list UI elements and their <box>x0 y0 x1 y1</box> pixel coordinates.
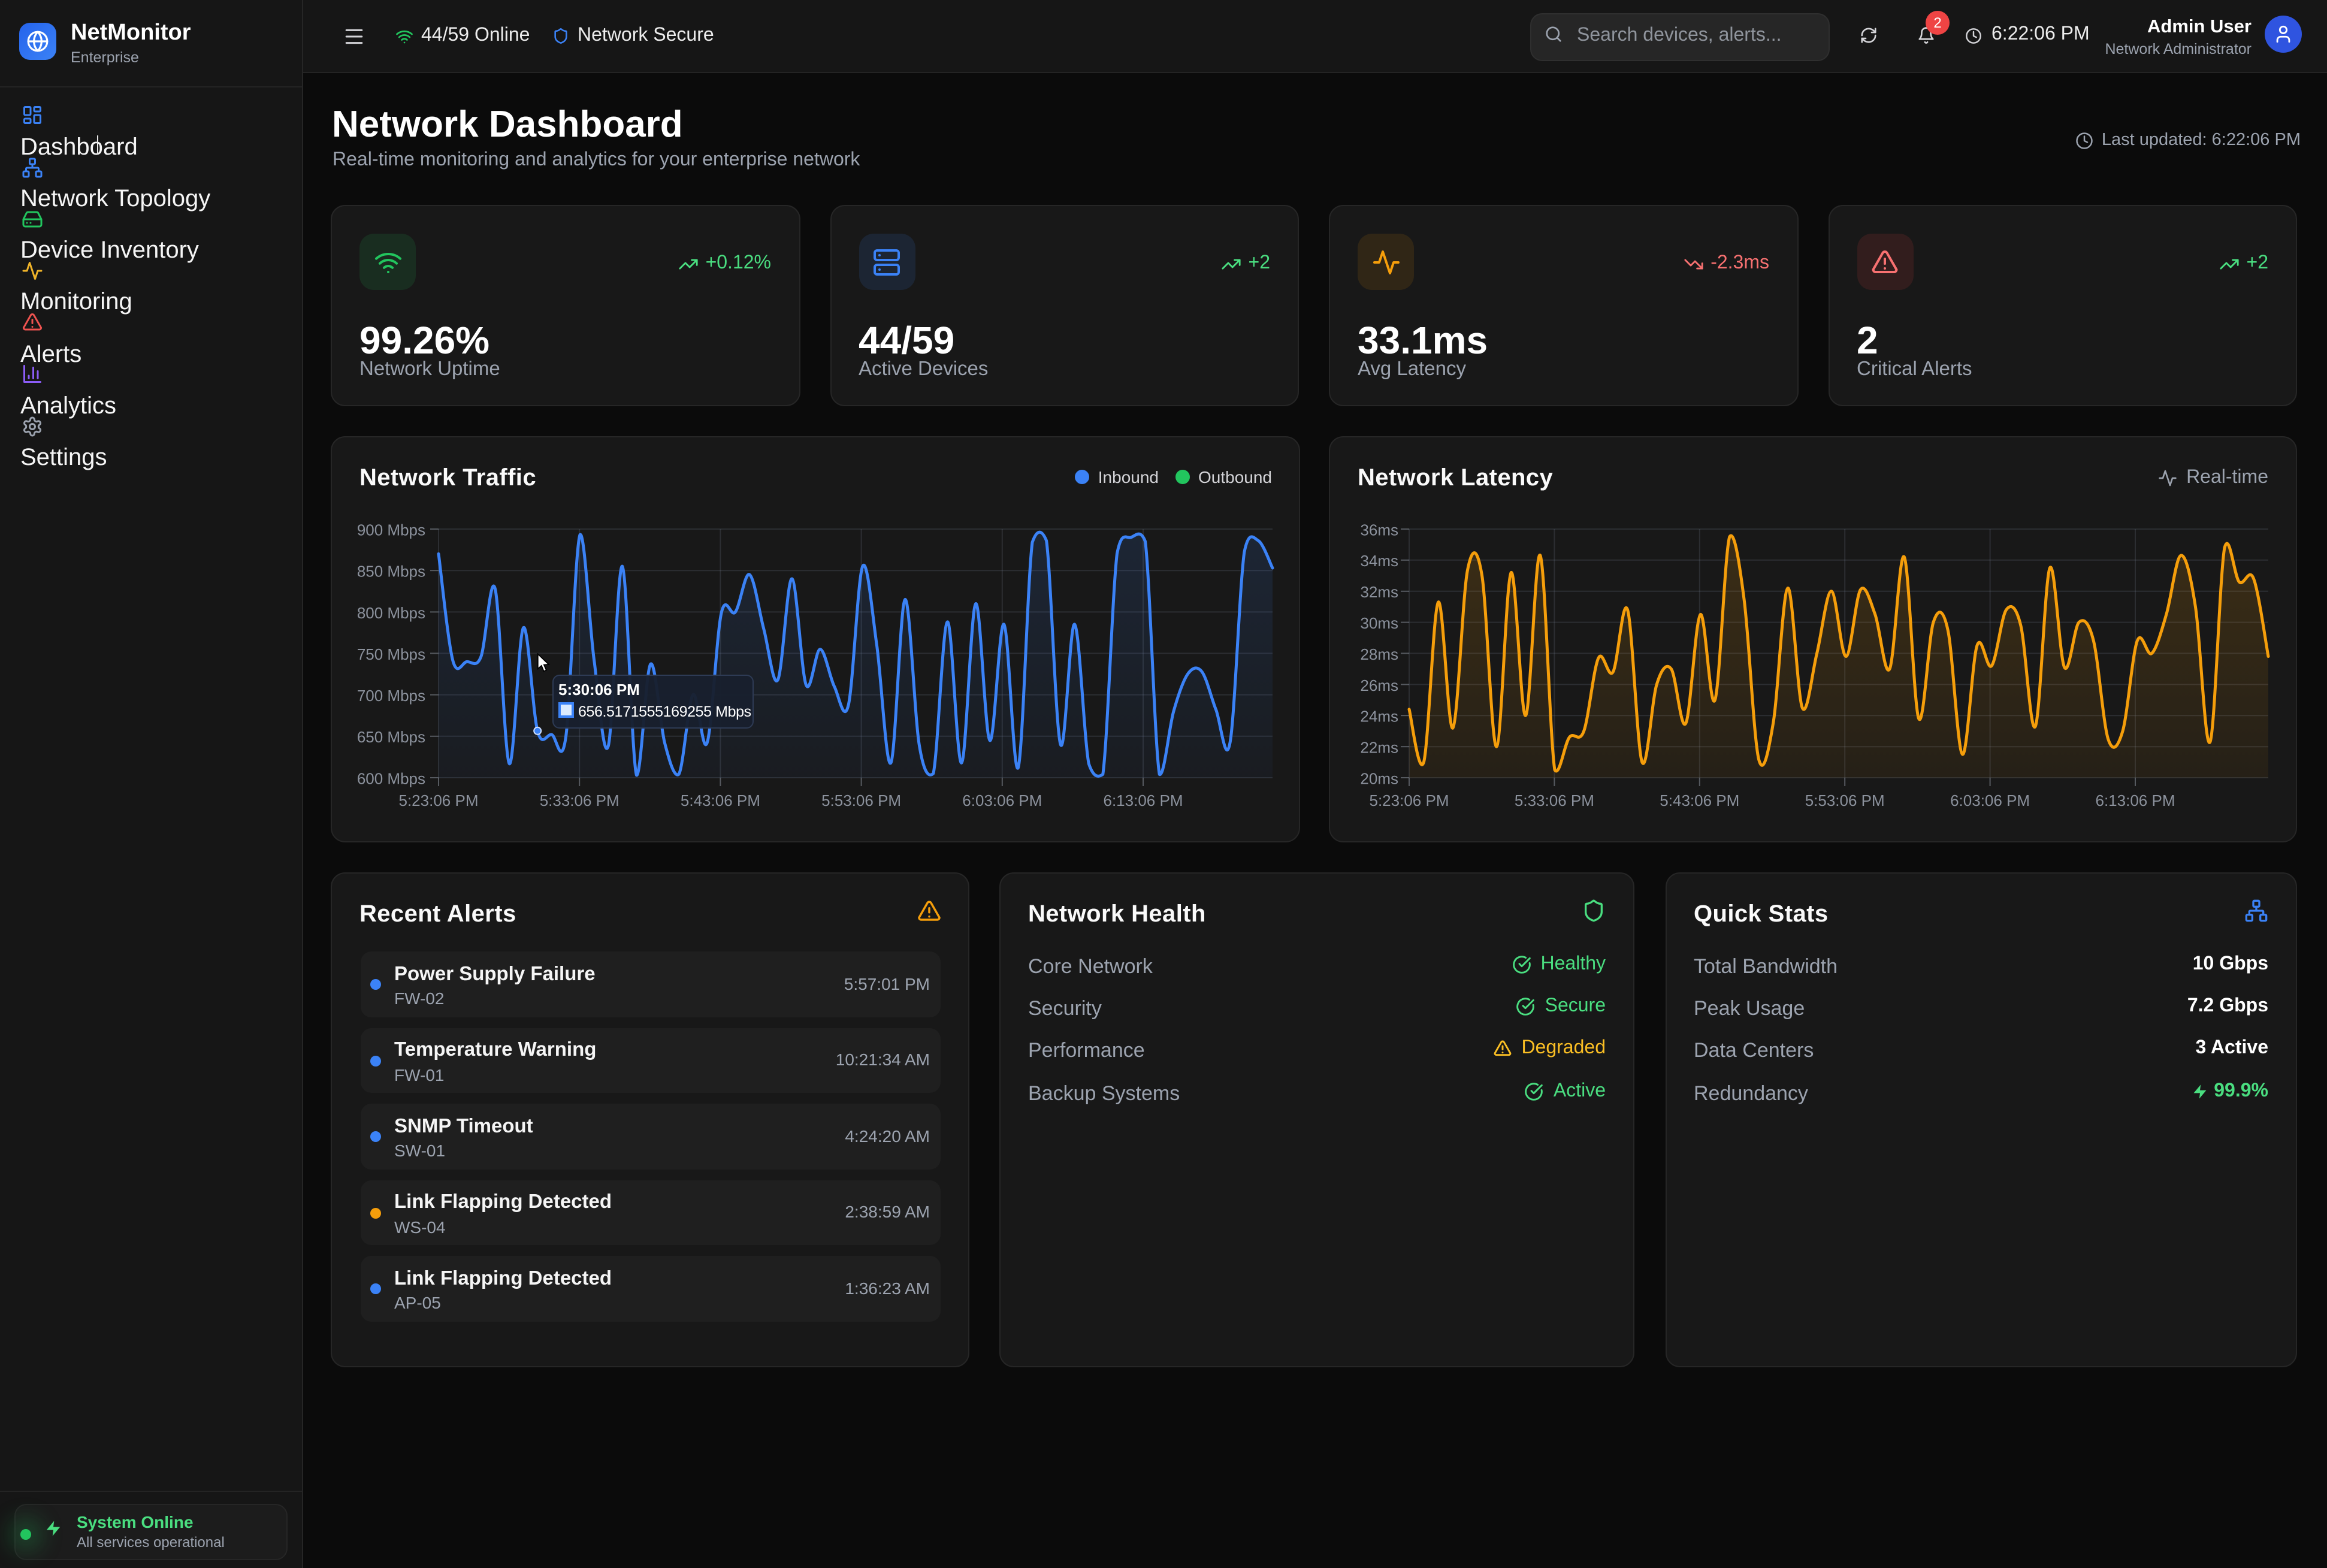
svg-text:6:13:06 PM: 6:13:06 PM <box>2096 791 2175 809</box>
svg-text:650 Mbps: 650 Mbps <box>357 728 425 746</box>
svg-text:6:03:06 PM: 6:03:06 PM <box>1950 791 2030 809</box>
svg-text:22ms: 22ms <box>1360 739 1398 757</box>
svg-text:5:33:06 PM: 5:33:06 PM <box>540 791 619 809</box>
svg-text:5:53:06 PM: 5:53:06 PM <box>1805 791 1885 809</box>
svg-text:700 Mbps: 700 Mbps <box>357 687 425 705</box>
svg-text:900 Mbps: 900 Mbps <box>357 521 425 539</box>
svg-text:34ms: 34ms <box>1360 552 1398 570</box>
svg-text:30ms: 30ms <box>1360 614 1398 632</box>
svg-text:36ms: 36ms <box>1360 521 1398 539</box>
svg-text:5:23:06 PM: 5:23:06 PM <box>1370 791 1449 809</box>
svg-text:5:43:06 PM: 5:43:06 PM <box>1660 791 1739 809</box>
svg-text:26ms: 26ms <box>1360 676 1398 694</box>
svg-text:850 Mbps: 850 Mbps <box>357 563 425 581</box>
svg-text:800 Mbps: 800 Mbps <box>357 604 425 622</box>
svg-text:600 Mbps: 600 Mbps <box>357 769 425 787</box>
svg-text:5:43:06 PM: 5:43:06 PM <box>681 791 760 809</box>
svg-text:24ms: 24ms <box>1360 708 1398 726</box>
svg-text:6:13:06 PM: 6:13:06 PM <box>1104 791 1183 809</box>
svg-text:5:23:06 PM: 5:23:06 PM <box>399 791 479 809</box>
svg-text:6:03:06 PM: 6:03:06 PM <box>962 791 1042 809</box>
svg-text:28ms: 28ms <box>1360 645 1398 663</box>
svg-text:32ms: 32ms <box>1360 583 1398 601</box>
svg-text:20ms: 20ms <box>1360 769 1398 787</box>
svg-text:5:53:06 PM: 5:53:06 PM <box>821 791 901 809</box>
svg-text:750 Mbps: 750 Mbps <box>357 645 425 663</box>
svg-text:5:33:06 PM: 5:33:06 PM <box>1515 791 1594 809</box>
